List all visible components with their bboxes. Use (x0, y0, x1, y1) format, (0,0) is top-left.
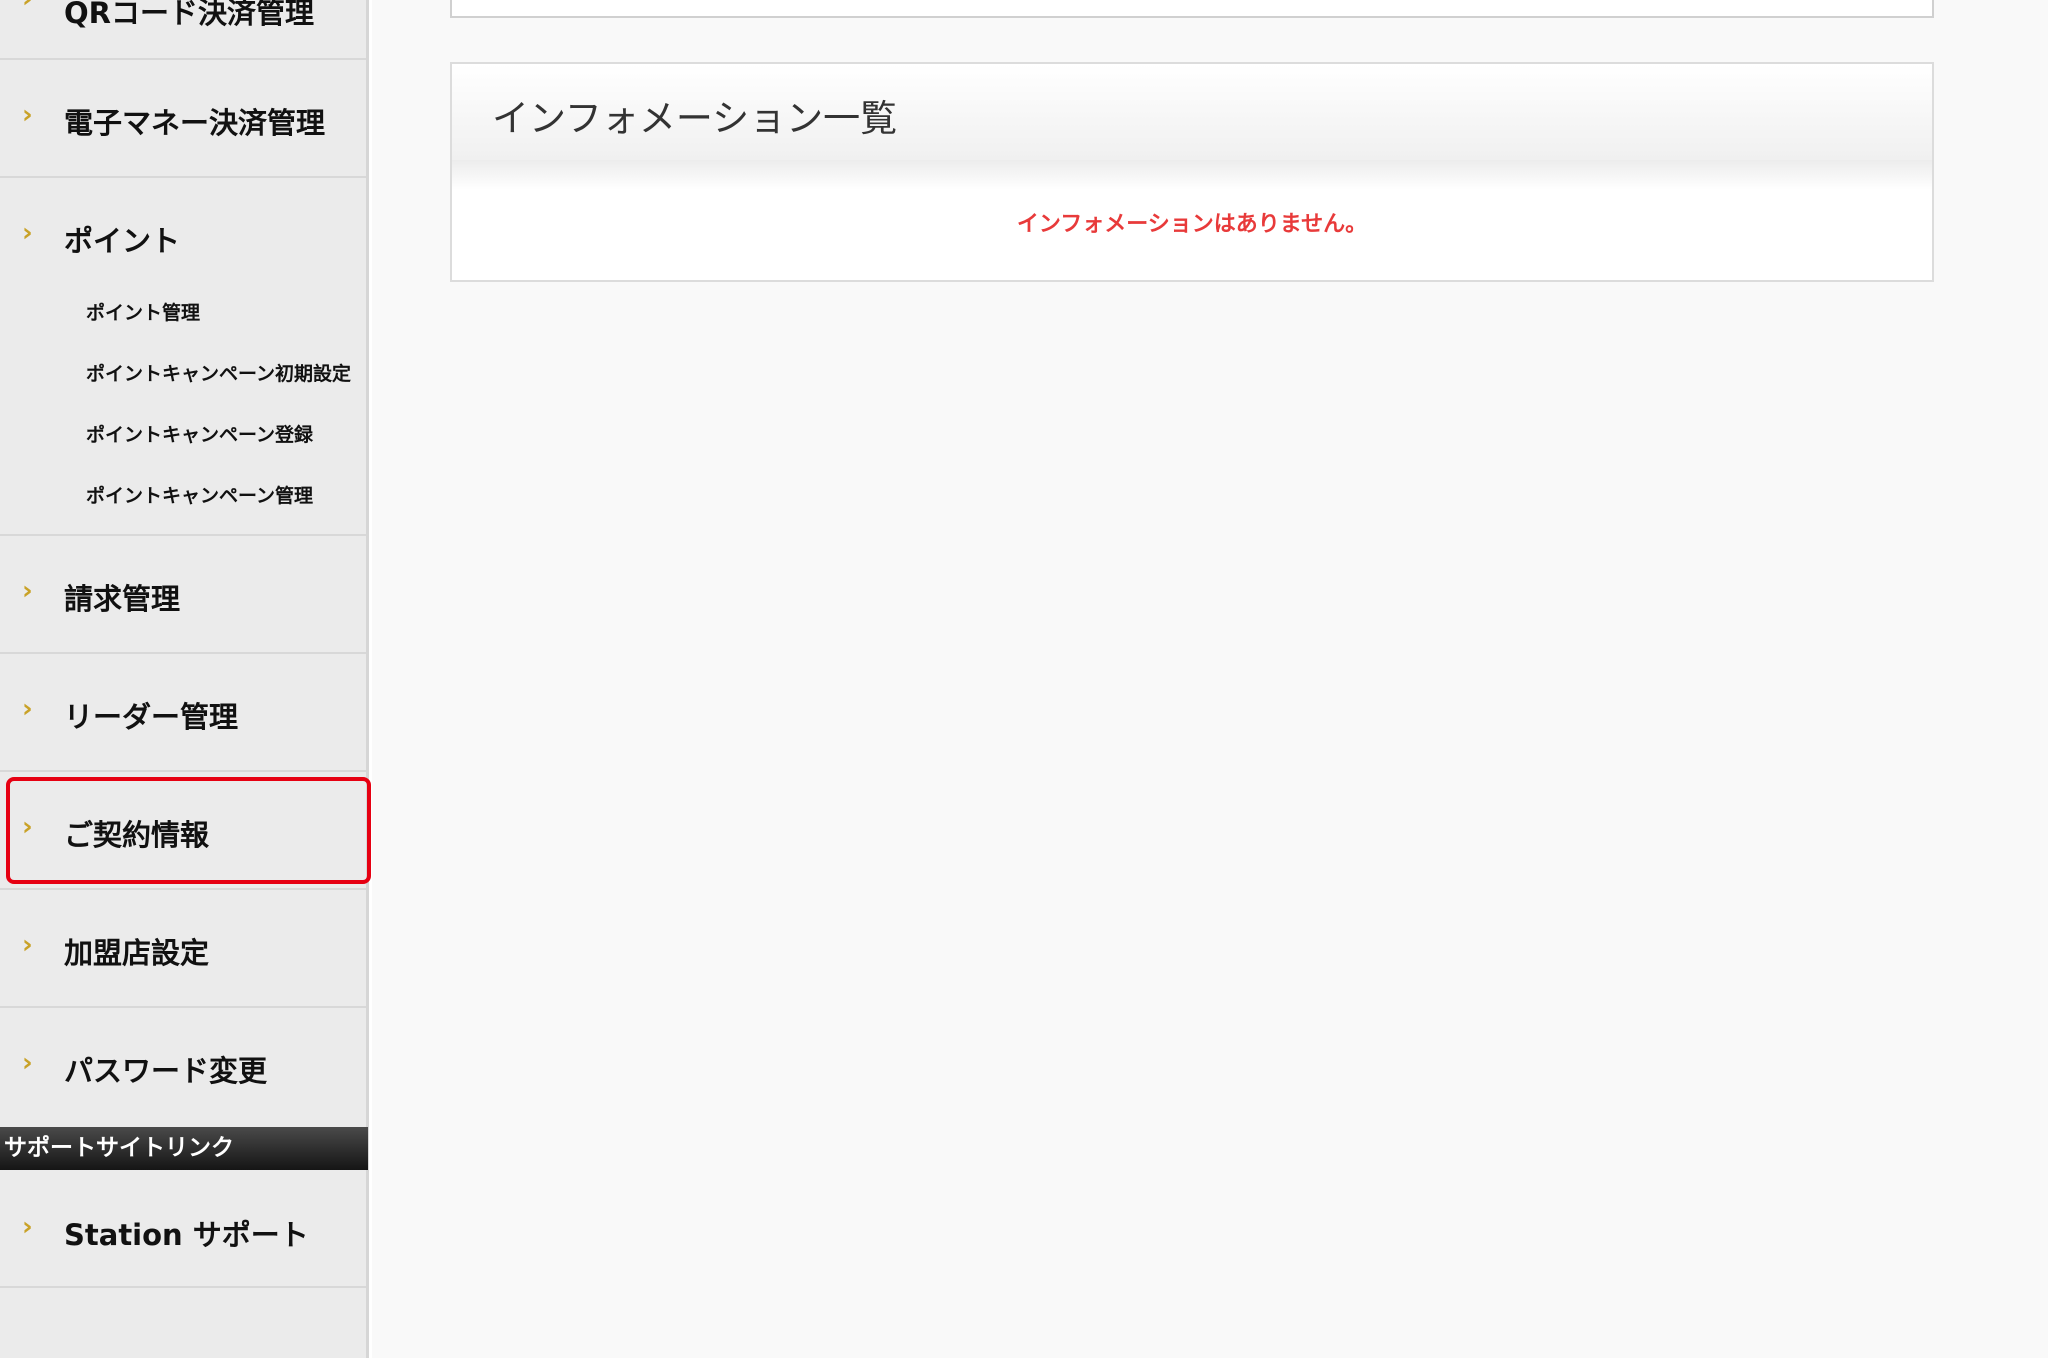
chevron-right-icon: › (22, 576, 33, 606)
sidebar-item-password-change[interactable]: › パスワード変更 (0, 1008, 366, 1127)
sidebar-subitem-point-campaign-initial-settings[interactable]: ポイントキャンペーン初期設定 (86, 359, 351, 386)
sidebar-item-contract-info[interactable]: › ご契約情報 (0, 772, 366, 890)
sidebar-subitem-point-management[interactable]: ポイント管理 (86, 298, 200, 325)
no-information-message: インフォメーションはありません。 (1016, 212, 1368, 237)
sidebar-item-merchant-settings[interactable]: › 加盟店設定 (0, 890, 366, 1008)
information-panel: インフォメーション一覧 インフォメーションはありません。 (450, 62, 1934, 282)
top-panel (450, 0, 1934, 18)
support-site-link-header: サポートサイトリンク (0, 1127, 368, 1170)
sidebar-item-station-support[interactable]: › Station サポート (0, 1170, 366, 1288)
sidebar-item-label: ポイント (64, 224, 181, 258)
sidebar-item-label: 請求管理 (64, 582, 181, 616)
chevron-right-icon: › (22, 1212, 33, 1242)
sidebar-subitem-point-campaign-management[interactable]: ポイントキャンペーン管理 (86, 481, 313, 508)
sidebar-item-label: Station サポート (64, 1218, 309, 1252)
sidebar-item-label: QRコード決済管理 (64, 0, 314, 30)
chevron-right-icon: › (22, 218, 33, 248)
sidebar-item-qr-payment[interactable]: › QRコード決済管理 (0, 0, 366, 60)
information-list-title: インフォメーション一覧 (492, 97, 898, 140)
sidebar-item-label: ご契約情報 (64, 818, 210, 852)
chevron-right-icon: › (22, 0, 33, 14)
chevron-right-icon: › (22, 100, 33, 130)
sidebar-item-emoney-payment[interactable]: › 電子マネー決済管理 (0, 60, 366, 178)
sidebar-subitem-point-campaign-register[interactable]: ポイントキャンペーン登録 (86, 420, 313, 447)
chevron-right-icon: › (22, 1048, 33, 1078)
sidebar-item-label: リーダー管理 (64, 700, 239, 734)
chevron-right-icon: › (22, 930, 33, 960)
sidebar: › QRコード決済管理 › 電子マネー決済管理 › ポイント ポイント管理 ポイ… (0, 0, 369, 1358)
chevron-right-icon: › (22, 812, 33, 842)
sidebar-item-billing[interactable]: › 請求管理 (0, 536, 366, 654)
sidebar-item-label: パスワード変更 (64, 1054, 268, 1088)
sidebar-item-label: 電子マネー決済管理 (64, 106, 326, 140)
app-frame: › QRコード決済管理 › 電子マネー決済管理 › ポイント ポイント管理 ポイ… (0, 0, 2048, 1358)
sidebar-item-label: 加盟店設定 (64, 936, 210, 970)
sidebar-item-reader[interactable]: › リーダー管理 (0, 654, 366, 772)
information-panel-header: インフォメーション一覧 (452, 64, 1932, 161)
header-shadow (452, 160, 1932, 190)
chevron-right-icon: › (22, 694, 33, 724)
